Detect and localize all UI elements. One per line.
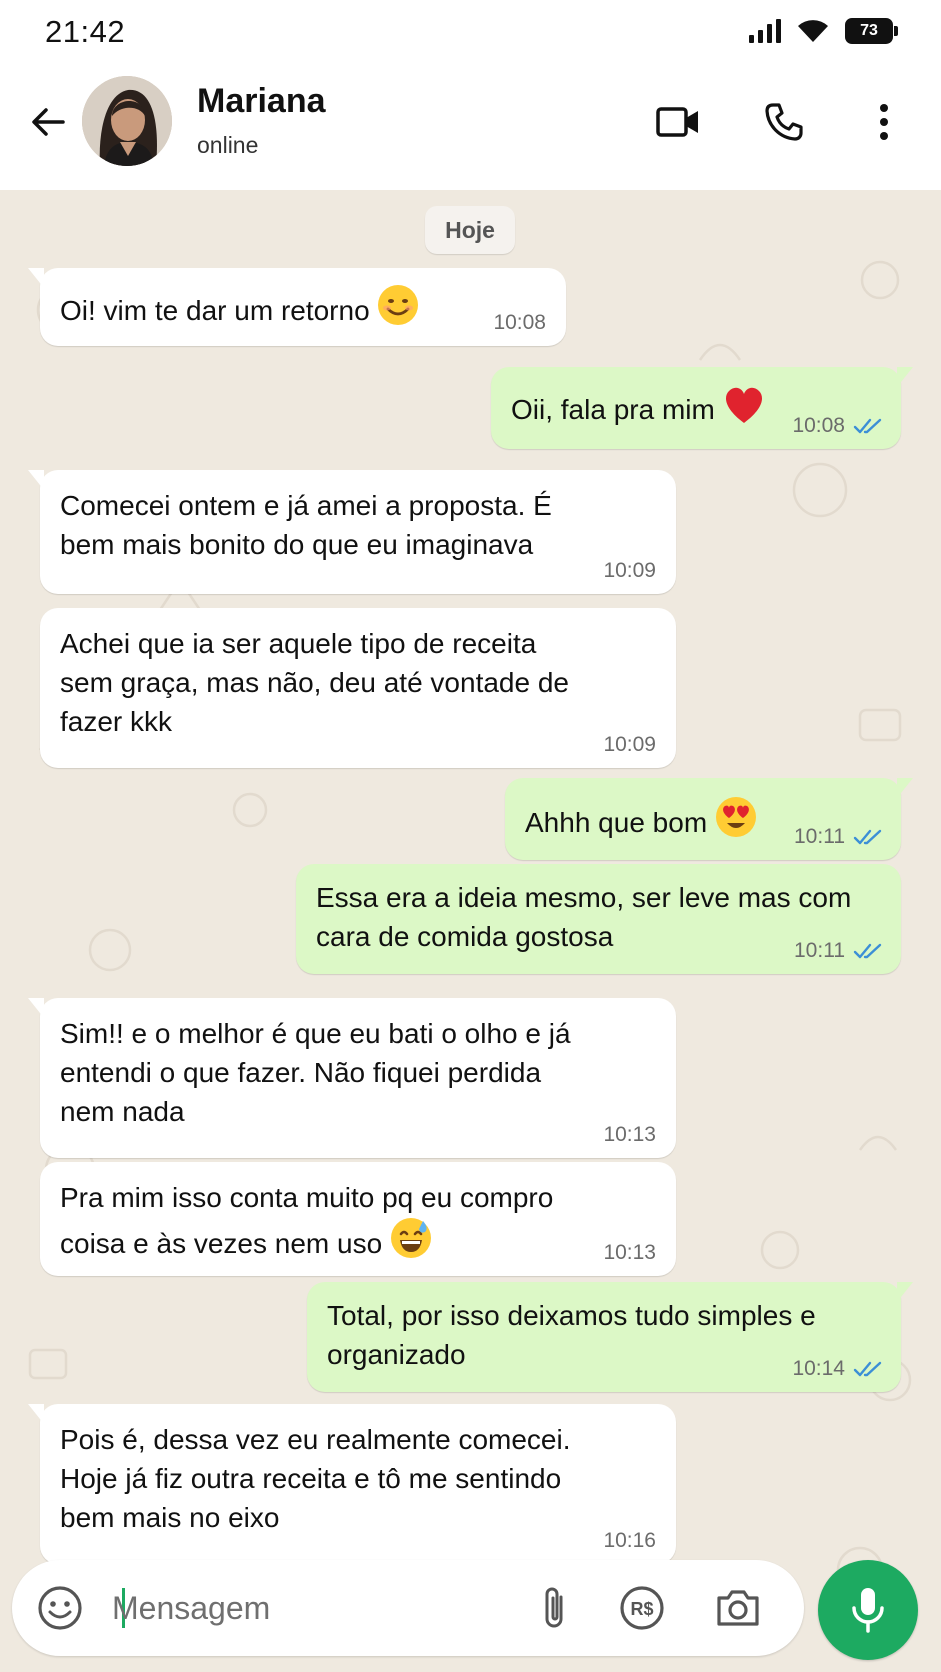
bubble-tail bbox=[28, 998, 44, 1018]
bubble-tail bbox=[897, 367, 913, 387]
message-outgoing[interactable]: Ahhh que bom 10:11 bbox=[505, 778, 913, 860]
video-call-button[interactable] bbox=[652, 96, 704, 148]
camera-button[interactable] bbox=[712, 1582, 764, 1634]
message-time: 10:13 bbox=[603, 1123, 656, 1146]
message-incoming[interactable]: Oi! vim te dar um retorno 10:08 bbox=[28, 268, 566, 346]
battery-icon: 73 bbox=[845, 18, 898, 44]
message-time: 10:14 bbox=[792, 1357, 845, 1380]
message-time: 10:13 bbox=[603, 1241, 656, 1264]
more-options-button[interactable] bbox=[858, 96, 910, 148]
message-time: 10:09 bbox=[603, 559, 656, 582]
double-check-read-icon bbox=[853, 1361, 882, 1377]
message-text: Total, por isso deixamos tudo simples e … bbox=[327, 1300, 816, 1370]
contact-avatar[interactable] bbox=[82, 76, 172, 166]
message-text: Oii, fala pra mim bbox=[511, 385, 765, 429]
message-text: Essa era a ideia mesmo, ser leve mas com… bbox=[316, 882, 852, 952]
message-composer: R$ bbox=[12, 1560, 804, 1656]
payment-button[interactable]: R$ bbox=[616, 1582, 668, 1634]
chat-header: Mariana online bbox=[0, 64, 941, 190]
status-time: 21:42 bbox=[45, 14, 126, 49]
message-input[interactable] bbox=[112, 1584, 492, 1632]
message-text: Pois é, dessa vez eu realmente comecei. … bbox=[60, 1424, 571, 1533]
paperclip-icon bbox=[545, 1587, 563, 1628]
voice-call-button[interactable] bbox=[758, 96, 810, 148]
message-time: 10:11 bbox=[794, 939, 845, 962]
double-check-read-icon bbox=[853, 829, 882, 845]
wifi-icon bbox=[798, 20, 828, 42]
status-icons: 73 bbox=[749, 16, 898, 46]
smiling-face-emoji-icon bbox=[378, 285, 419, 325]
contact-name[interactable]: Mariana bbox=[197, 82, 326, 121]
message-incoming[interactable]: Sim!! e o melhor é que eu bati o olho e … bbox=[28, 998, 676, 1158]
grinning-sweat-emoji-icon bbox=[390, 1218, 431, 1258]
red-heart-emoji-icon bbox=[725, 387, 762, 423]
battery-level: 73 bbox=[860, 22, 878, 39]
message-time: 10:08 bbox=[792, 414, 845, 437]
bubble-tail bbox=[28, 470, 44, 490]
message-time: 10:16 bbox=[603, 1529, 656, 1552]
svg-text:R$: R$ bbox=[630, 1599, 653, 1619]
contact-status: online bbox=[197, 132, 259, 158]
message-outgoing[interactable]: Essa era a ideia mesmo, ser leve mas com… bbox=[296, 864, 901, 974]
message-outgoing[interactable]: Total, por isso deixamos tudo simples e … bbox=[307, 1282, 913, 1392]
currency-real-icon: R$ bbox=[620, 1586, 664, 1630]
message-incoming[interactable]: Pra mim isso conta muito pq eu compro co… bbox=[40, 1162, 676, 1276]
message-text: Comecei ontem e já amei a proposta. É be… bbox=[60, 490, 552, 560]
status-bar: 21:42 73 bbox=[0, 0, 941, 64]
chat-area[interactable]: Hoje Oi! vim te dar um retorno 10:08 Oii… bbox=[0, 190, 941, 1672]
bubble-tail bbox=[28, 1404, 44, 1424]
message-text: Sim!! e o melhor é que eu bati o olho e … bbox=[60, 1018, 571, 1127]
bubble-tail bbox=[897, 1282, 913, 1302]
message-text: Pra mim isso conta muito pq eu compro co… bbox=[60, 1182, 554, 1259]
date-chip: Hoje bbox=[425, 206, 515, 254]
video-camera-icon bbox=[656, 107, 698, 137]
phone-icon bbox=[765, 103, 803, 141]
message-outgoing[interactable]: Oii, fala pra mim 10:08 bbox=[491, 367, 913, 449]
signal-icon bbox=[749, 19, 781, 43]
message-text: Oi! vim te dar um retorno bbox=[60, 284, 419, 330]
smiley-icon bbox=[38, 1586, 82, 1630]
attach-button[interactable] bbox=[528, 1582, 580, 1634]
voice-message-button[interactable] bbox=[818, 1560, 918, 1660]
bubble-tail bbox=[897, 778, 913, 798]
message-text: Ahhh que bom bbox=[525, 796, 757, 842]
camera-icon bbox=[717, 1590, 759, 1626]
bubble-tail bbox=[28, 268, 44, 288]
double-check-read-icon bbox=[853, 943, 882, 959]
message-text: Achei que ia ser aquele tipo de receita … bbox=[60, 628, 569, 737]
kebab-menu-icon bbox=[880, 104, 888, 140]
double-check-read-icon bbox=[853, 418, 882, 434]
message-time: 10:08 bbox=[493, 311, 546, 334]
avatar-photo bbox=[82, 76, 172, 166]
message-incoming[interactable]: Achei que ia ser aquele tipo de receita … bbox=[40, 608, 676, 768]
message-incoming[interactable]: Comecei ontem e já amei a proposta. É be… bbox=[28, 470, 676, 594]
microphone-icon bbox=[852, 1588, 884, 1633]
message-time: 10:11 bbox=[794, 825, 845, 848]
back-button[interactable] bbox=[26, 100, 70, 144]
emoji-button[interactable] bbox=[34, 1582, 86, 1634]
message-incoming[interactable]: Pois é, dessa vez eu realmente comecei. … bbox=[28, 1404, 676, 1564]
heart-eyes-emoji-icon bbox=[715, 797, 756, 837]
arrow-left-icon bbox=[32, 108, 65, 136]
message-time: 10:09 bbox=[603, 733, 656, 756]
